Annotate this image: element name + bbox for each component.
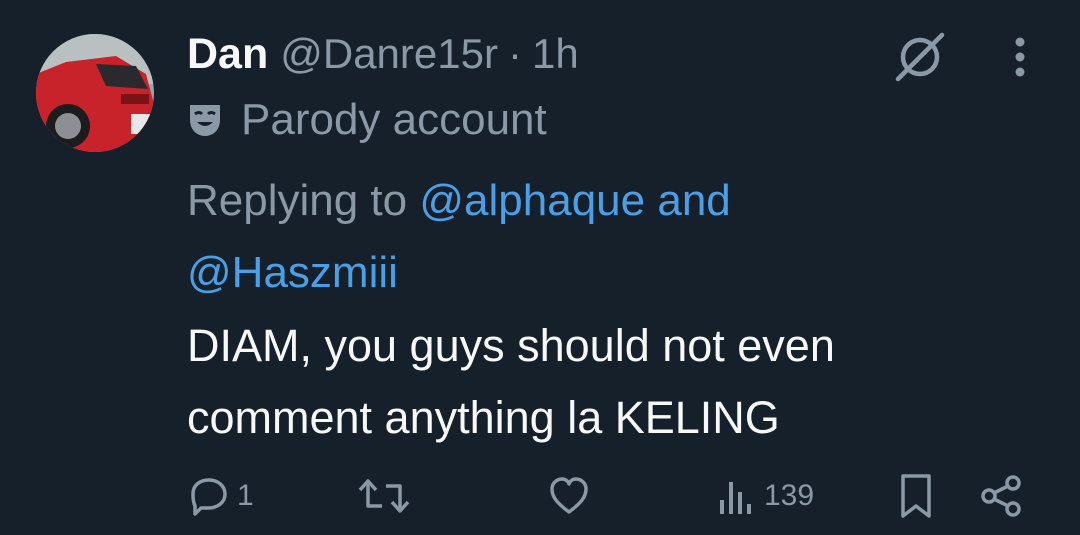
tweet-text-line: DIAM, you guys should not even bbox=[187, 320, 835, 371]
heart-icon bbox=[550, 477, 588, 514]
views-button[interactable]: 139 bbox=[718, 468, 814, 524]
replying-to: Replying to @alphaque and @Haszmiii bbox=[187, 165, 1047, 309]
like-button[interactable] bbox=[547, 468, 591, 524]
reply-button[interactable]: 1 bbox=[187, 468, 254, 524]
views-bar-icon bbox=[720, 482, 751, 514]
slashed-circle-icon[interactable] bbox=[892, 29, 948, 85]
action-bar: 1 139 bbox=[0, 468, 1080, 524]
author-handle[interactable]: @Danre15r bbox=[280, 30, 498, 78]
tweet-header: Dan @Danre15r · 1h bbox=[187, 26, 579, 82]
tweet-card[interactable]: Dan @Danre15r · 1h Parody account Replyi… bbox=[0, 0, 1080, 535]
reply-count: 1 bbox=[237, 479, 254, 512]
parody-mask-icon bbox=[190, 105, 220, 136]
badge-label: Parody account bbox=[241, 95, 547, 144]
share-button[interactable] bbox=[978, 468, 1024, 524]
mention-link[interactable]: @alphaque bbox=[419, 176, 645, 225]
retweet-icon bbox=[358, 479, 410, 513]
more-vertical-icon[interactable] bbox=[1006, 36, 1034, 78]
reply-icon bbox=[191, 478, 227, 516]
tweet-text-line: comment anything la KELING bbox=[187, 392, 780, 443]
bookmark-button[interactable] bbox=[896, 468, 936, 524]
bookmark-icon bbox=[901, 474, 931, 518]
mention-conjunction[interactable]: and bbox=[657, 176, 730, 225]
separator-dot: · bbox=[507, 30, 522, 77]
replying-to-prefix: Replying to bbox=[187, 176, 408, 225]
avatar[interactable] bbox=[36, 34, 154, 152]
tweet-text: DIAM, you guys should not even comment a… bbox=[187, 310, 1067, 454]
timestamp[interactable]: 1h bbox=[532, 30, 579, 78]
parody-badge: Parody account bbox=[187, 92, 547, 148]
author-name[interactable]: Dan bbox=[187, 30, 268, 79]
share-icon bbox=[981, 475, 1021, 517]
views-count: 139 bbox=[764, 479, 815, 512]
mention-link[interactable]: @Haszmiii bbox=[187, 248, 398, 297]
retweet-button[interactable] bbox=[356, 468, 412, 524]
